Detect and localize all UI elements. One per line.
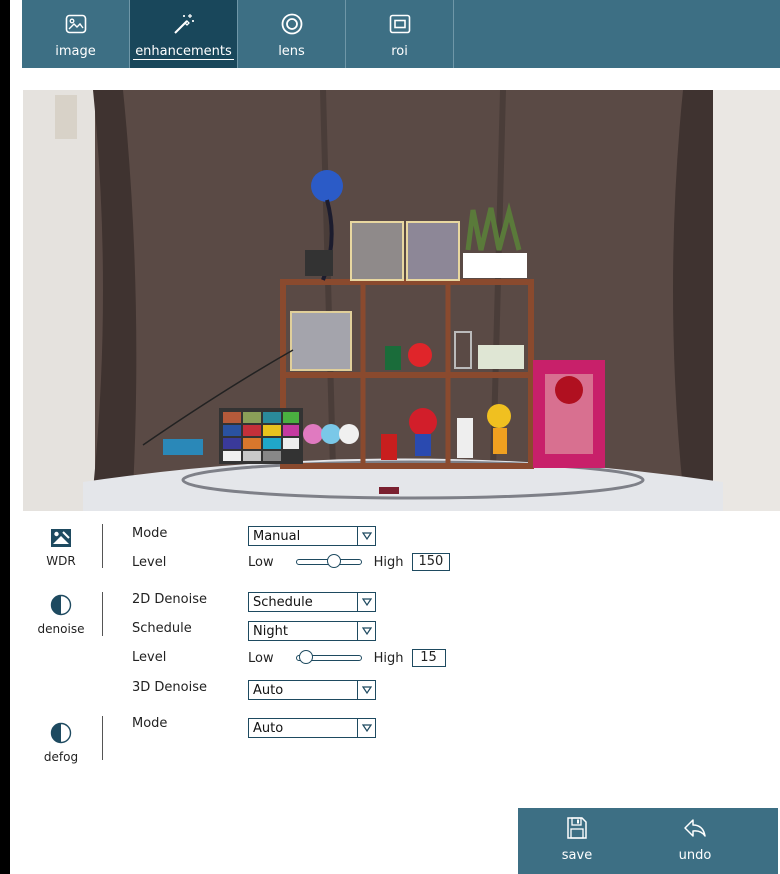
wdr-level-control: Low High 150 [248, 553, 451, 571]
wdr-group-header: WDR [26, 528, 96, 568]
denoise-level-high: High [373, 650, 404, 666]
tab-roi[interactable]: roi [346, 0, 454, 68]
tab-image[interactable]: image [22, 0, 130, 68]
tab-enhancements-label: enhancements [133, 44, 234, 60]
defog-icon [50, 722, 72, 747]
denoise-level-control: Low High 15 [248, 649, 446, 667]
denoise-schedule-label: Schedule [132, 621, 192, 636]
tab-lens[interactable]: lens [238, 0, 346, 68]
wdr-level-high: High [373, 554, 404, 570]
roi-icon [385, 10, 415, 38]
undo-button[interactable]: undo [636, 808, 754, 874]
denoise-3d-label: 3D Denoise [132, 680, 207, 695]
denoise-level-label: Level [132, 650, 167, 665]
wdr-icon [50, 528, 72, 551]
denoise-level-slider[interactable] [295, 650, 362, 664]
tab-image-label: image [55, 44, 96, 59]
defog-group-header: defog [26, 722, 96, 764]
wdr-mode-label: Mode [132, 526, 168, 541]
camera-preview-image [23, 90, 780, 511]
app-frame: image enhancements lens roi WDR Mode Man… [10, 0, 780, 874]
save-icon [566, 816, 588, 844]
save-button[interactable]: save [518, 808, 636, 874]
wdr-level-low: Low [248, 554, 274, 570]
denoise-icon [50, 594, 72, 619]
undo-icon [683, 816, 707, 844]
save-button-label: save [561, 848, 593, 863]
denoise-2d-value: Schedule [253, 595, 313, 610]
defog-divider [102, 716, 103, 760]
wdr-level-slider[interactable] [295, 554, 362, 568]
denoise-2d-select[interactable]: Schedule [248, 592, 376, 612]
denoise-level-value[interactable]: 15 [411, 649, 446, 667]
denoise-level-low: Low [248, 650, 274, 666]
chevron-down-icon [357, 681, 375, 699]
defog-mode-value: Auto [253, 721, 284, 736]
tab-roi-label: roi [391, 44, 408, 59]
denoise-schedule-value: Night [253, 624, 288, 639]
denoise-2d-label: 2D Denoise [132, 592, 207, 607]
wdr-level-value[interactable]: 150 [411, 553, 451, 571]
denoise-3d-value: Auto [253, 683, 284, 698]
denoise-3d-select[interactable]: Auto [248, 680, 376, 700]
denoise-group-label: denoise [37, 622, 85, 636]
chevron-down-icon [357, 622, 375, 640]
wdr-mode-value: Manual [253, 529, 301, 544]
defog-mode-label: Mode [132, 716, 168, 731]
denoise-group-header: denoise [26, 594, 96, 636]
lens-icon [277, 10, 307, 38]
wdr-divider [102, 524, 103, 568]
tab-lens-label: lens [278, 44, 305, 59]
chevron-down-icon [357, 527, 375, 545]
chevron-down-icon [357, 719, 375, 737]
undo-button-label: undo [678, 848, 712, 863]
magic-wand-icon [169, 10, 199, 38]
denoise-divider [102, 592, 103, 636]
wdr-level-label: Level [132, 555, 167, 570]
wdr-group-label: WDR [46, 554, 76, 568]
defog-group-label: defog [43, 750, 79, 764]
tab-bar: image enhancements lens roi [22, 0, 780, 68]
chevron-down-icon [357, 593, 375, 611]
tab-enhancements[interactable]: enhancements [130, 0, 238, 68]
wdr-level-slider-handle[interactable] [327, 554, 342, 568]
denoise-schedule-select[interactable]: Night [248, 621, 376, 641]
image-icon [61, 10, 91, 38]
wdr-mode-select[interactable]: Manual [248, 526, 376, 546]
defog-mode-select[interactable]: Auto [248, 718, 376, 738]
denoise-level-slider-handle[interactable] [299, 650, 314, 664]
action-bar: save undo [518, 808, 780, 874]
